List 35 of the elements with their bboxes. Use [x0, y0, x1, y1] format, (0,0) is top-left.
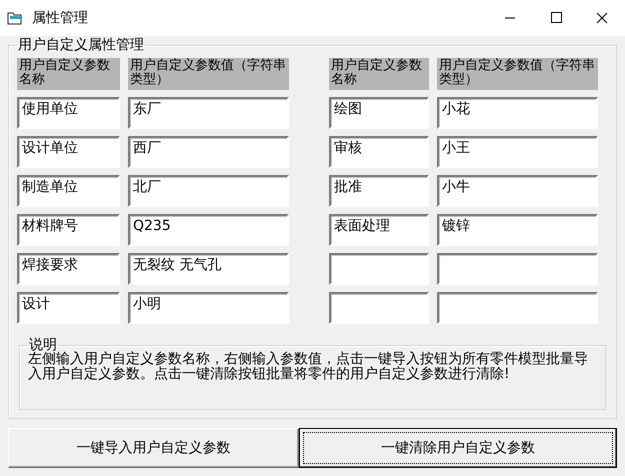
column-header: 用户自定义参数名称 — [329, 58, 429, 90]
name-field[interactable]: 绘图 — [329, 97, 429, 129]
value-field[interactable]: Q235 — [128, 214, 289, 246]
name-field[interactable]: 审核 — [329, 136, 429, 168]
window-title: 属性管理 — [32, 9, 89, 27]
value-field[interactable]: 镀锌 — [437, 214, 598, 246]
value-field[interactable]: 小明 — [128, 292, 289, 324]
column-header: 用户自定义参数值（字符串类型） — [437, 58, 598, 90]
name-field[interactable] — [329, 292, 429, 324]
value-field[interactable]: 西厂 — [128, 136, 289, 168]
name-field[interactable] — [329, 253, 429, 285]
value-field[interactable]: 东厂 — [128, 97, 289, 129]
column-header: 用户自定义参数值（字符串类型） — [128, 58, 289, 90]
name-field[interactable]: 焊接要求 — [17, 253, 120, 285]
column-header: 用户自定义参数名称 — [17, 58, 120, 90]
action-button[interactable]: 一键清除用户自定义参数 — [299, 428, 617, 468]
group-title: 用户自定义属性管理 — [17, 38, 145, 52]
value-field[interactable] — [437, 253, 598, 285]
value-field[interactable]: 北厂 — [128, 175, 289, 207]
value-field[interactable]: 无裂纹 无气孔 — [128, 253, 289, 285]
name-field[interactable]: 使用单位 — [17, 97, 120, 129]
name-field[interactable]: 表面处理 — [329, 214, 429, 246]
value-field[interactable]: 小花 — [437, 97, 598, 129]
name-field[interactable]: 材料牌号 — [17, 214, 120, 246]
name-field[interactable]: 批准 — [329, 175, 429, 207]
name-field[interactable]: 设计单位 — [17, 136, 120, 168]
value-field[interactable]: 小王 — [437, 136, 598, 168]
note-title: 说明 — [29, 338, 57, 352]
name-field[interactable]: 制造单位 — [17, 175, 120, 207]
action-button[interactable]: 一键导入用户自定义参数 — [8, 428, 299, 468]
value-field[interactable]: 小牛 — [437, 175, 598, 207]
note-text: 左侧输入用户自定义参数名称，右侧输入参数值，点击一键导入按钮为所有零件模型批量导入用户自定义参数。点击一键清除按钮批量将零件的用户自定义参数进行清除! — [28, 352, 589, 384]
window-icon — [7, 11, 23, 25]
name-field[interactable]: 设计 — [17, 292, 120, 324]
value-field[interactable] — [437, 292, 598, 324]
